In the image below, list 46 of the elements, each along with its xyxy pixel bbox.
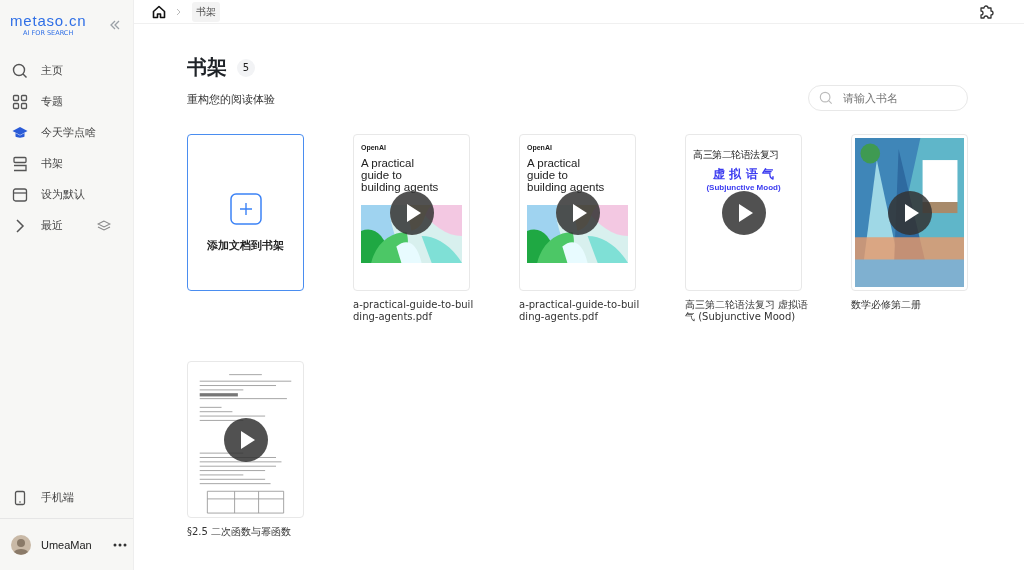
cover-title: A practical guide to building agents [361, 157, 440, 193]
plus-icon [229, 192, 262, 225]
play-button[interactable] [390, 191, 434, 235]
page-subtitle: 重构您的阅读体验 [187, 93, 275, 107]
nav-item[interactable]: 专题 [0, 86, 133, 117]
book-title[interactable]: §2.5 二次函数与幂函数 [187, 526, 311, 538]
avatar[interactable] [11, 534, 31, 555]
phone-icon [12, 489, 28, 506]
grid-icon [12, 93, 28, 110]
nav-item[interactable]: 最近 [0, 210, 133, 241]
graduation-cap-icon [12, 124, 28, 141]
logo-text: metaso.cn [10, 13, 87, 29]
book-title[interactable]: 高三第二轮语法复习 虚拟语气 (Subjunctive Mood) [685, 299, 809, 323]
layers-icon[interactable] [97, 219, 111, 232]
play-button[interactable] [224, 418, 268, 462]
cover-title: 虚 拟 语 气 [712, 166, 775, 183]
book-cover[interactable]: 高三第二轮语法复习 虚 拟 语 气 (Subjunctive Mood) [685, 134, 802, 291]
user-name: UmeaMan [41, 538, 93, 551]
play-button[interactable] [888, 191, 932, 235]
search-icon [819, 91, 833, 105]
home-icon[interactable] [152, 4, 166, 19]
book-title[interactable]: a-practical-guide-to-building-agents.pdf [519, 299, 643, 323]
add-document-label: 添加文档到书架 [207, 238, 284, 253]
count-badge: 5 [237, 58, 255, 77]
play-button[interactable] [556, 191, 600, 235]
mobile-app-link[interactable]: 手机端 [0, 482, 133, 513]
bookshelf-icon [12, 155, 28, 172]
book-title[interactable]: 数学必修第二册 [851, 299, 975, 311]
add-document-card[interactable]: 添加文档到书架 [187, 134, 304, 291]
book-title[interactable]: a-practical-guide-to-building-agents.pdf [353, 299, 477, 323]
nav-item[interactable]: 今天学点啥 [0, 117, 133, 148]
play-button[interactable] [722, 191, 766, 235]
more-icon[interactable] [113, 542, 127, 547]
puzzle-icon[interactable] [978, 3, 994, 20]
search-input[interactable]: 请输入书名 [841, 91, 955, 105]
cover-title: A practical guide to building agents [527, 157, 606, 193]
nav-item[interactable]: 主页 [0, 55, 133, 86]
window-icon [12, 186, 28, 203]
breadcrumb-separator-icon [176, 7, 182, 16]
search-icon [12, 62, 28, 79]
nav-item[interactable]: 书架 [0, 148, 133, 179]
page-title: 书架 [187, 54, 227, 81]
nav-item[interactable]: 设为默认 [0, 179, 133, 210]
cover-subtitle: (Subjunctive Mood) [705, 183, 782, 192]
breadcrumb-item[interactable]: 书架 [192, 1, 220, 22]
cover-heading: 高三第二轮语法复习 [693, 148, 780, 162]
